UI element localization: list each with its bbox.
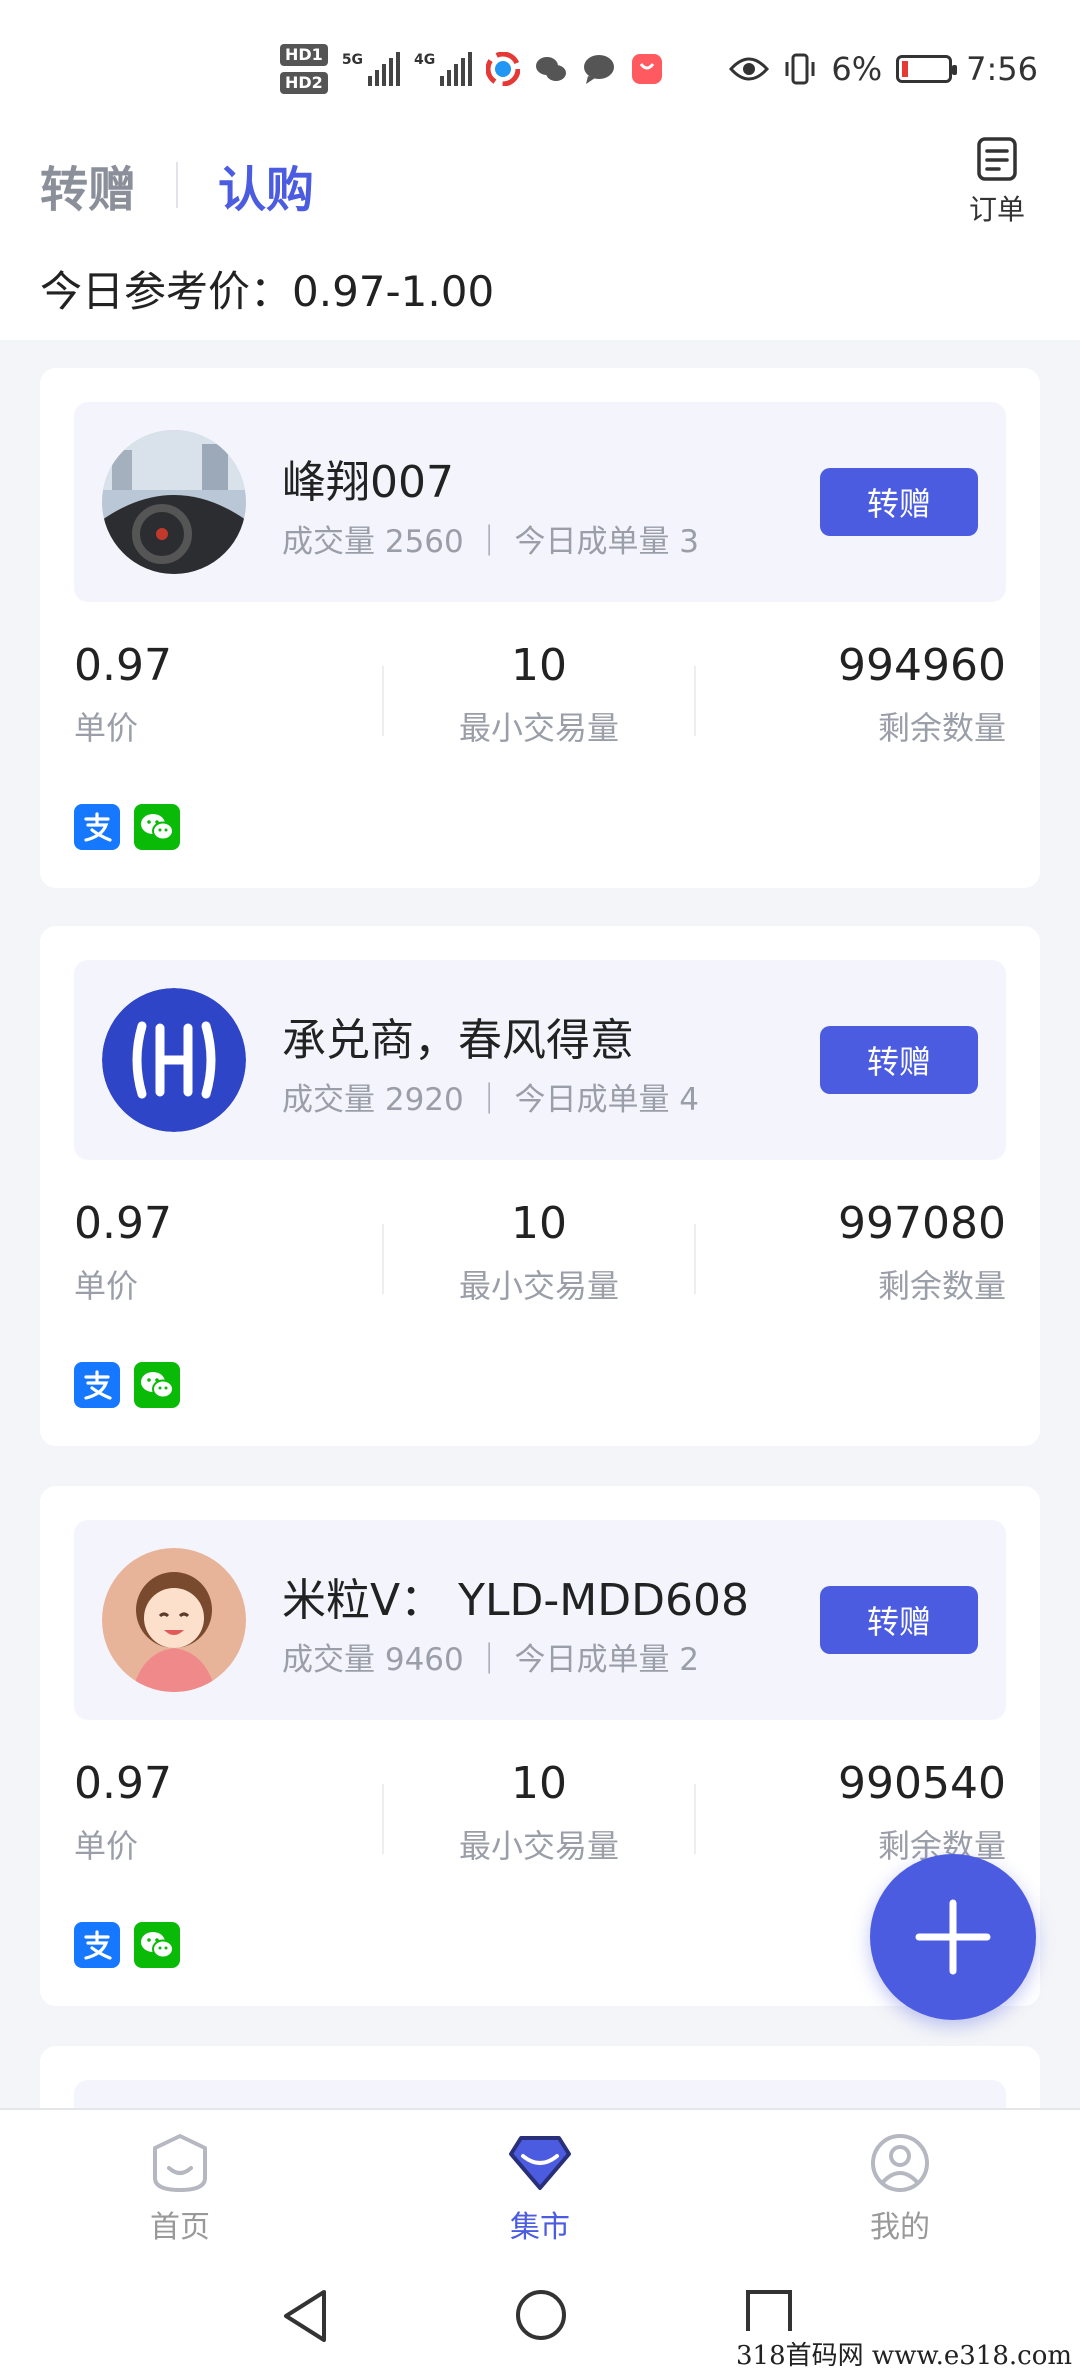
market-gem-icon: [509, 2136, 571, 2190]
avatar[interactable]: [102, 1548, 246, 1692]
seller-name: 承兑商，春风得意: [282, 1015, 634, 1066]
shopping-notification-icon: [632, 54, 663, 84]
min-quantity-label: 最小交易量: [458, 1827, 619, 1865]
tab-divider: [176, 162, 179, 208]
seller-panel: 米粒V： YLD-MDD608 成交量 9460 ｜ 今日成单量 2 转赠: [74, 1520, 1006, 1720]
remaining-label: 剩余数量: [877, 709, 1006, 747]
seller-stats: 成交量 2920 ｜ 今日成单量 4: [282, 1082, 700, 1118]
offer-metrics: 0.97 单价 10 最小交易量 990540 剩余数量: [74, 1758, 1006, 1878]
bottom-nav: 首页 集市 我的: [0, 2108, 1080, 2260]
tab-subscribe[interactable]: 认购: [218, 150, 314, 220]
signal-4g-icon: 4G: [414, 52, 473, 86]
back-icon[interactable]: [280, 2288, 330, 2344]
nav-market-label: 集市: [510, 2210, 570, 2245]
offer-metrics: 0.97 单价 10 最小交易量 997080 剩余数量: [74, 1198, 1006, 1318]
wechat-pay-icon: [134, 804, 180, 850]
payment-methods: [74, 1922, 180, 1968]
seller-panel: 峰翔007 成交量 2560 ｜ 今日成单量 3 转赠: [74, 402, 1006, 602]
metric-divider: [694, 666, 696, 736]
seller-name: 峰翔007: [282, 457, 454, 508]
message-notification-icon: [584, 55, 615, 84]
avatar[interactable]: [102, 988, 246, 1132]
alipay-icon: [74, 1362, 120, 1408]
metric-divider: [694, 1784, 696, 1854]
reference-price: 今日参考价：0.97-1.00: [40, 267, 495, 316]
min-quantity-label: 最小交易量: [458, 1267, 619, 1305]
nav-home[interactable]: 首页: [100, 2132, 260, 2246]
orders-icon: [977, 137, 1017, 181]
hd2-badge: HD2: [280, 72, 328, 94]
payment-methods: [74, 804, 180, 850]
wechat-pay-icon: [134, 1362, 180, 1408]
min-quantity: 10 最小交易量: [384, 1758, 694, 1867]
seller-stats: 成交量 9460 ｜ 今日成单量 2: [282, 1642, 700, 1678]
seller-panel: 承兑商，春风得意 成交量 2920 ｜ 今日成单量 4 转赠: [74, 960, 1006, 1160]
transfer-button[interactable]: 转赠: [820, 1586, 978, 1654]
add-button[interactable]: [870, 1854, 1036, 2020]
wechat-pay-icon: [134, 1922, 180, 1968]
min-quantity: 10 最小交易量: [384, 1198, 694, 1307]
nav-market[interactable]: 集市: [460, 2132, 620, 2246]
orders-label: 订单: [968, 193, 1025, 226]
unit-price-value: 0.97: [74, 1758, 172, 1809]
status-bar: HD1 HD2 5G 4G 6% 7:56: [0, 0, 1080, 140]
offer-card: 承兑商，春风得意 成交量 2920 ｜ 今日成单量 4 转赠 0.97 单价 1…: [40, 926, 1040, 1446]
tab-transfer[interactable]: 转赠: [40, 150, 136, 220]
alipay-icon: [74, 804, 120, 850]
app-notification-icon: [486, 52, 521, 86]
min-quantity: 10 最小交易量: [384, 640, 694, 749]
watermark: 318首码网 www.e318.com: [728, 2331, 1080, 2376]
unit-price-label: 单价: [74, 709, 139, 747]
transfer-button[interactable]: 转赠: [820, 468, 978, 536]
nav-profile-label: 我的: [870, 2210, 930, 2245]
home-circle-icon[interactable]: [514, 2288, 568, 2342]
nav-home-label: 首页: [150, 2210, 210, 2245]
wechat-notification-icon: [536, 57, 567, 81]
battery-percent: 6%: [831, 50, 883, 88]
min-quantity-value: 10: [511, 1758, 567, 1809]
transfer-button[interactable]: 转赠: [820, 1026, 978, 1094]
status-right: 6% 7:56: [729, 50, 1038, 88]
min-quantity-value: 10: [511, 640, 567, 691]
metric-divider: [694, 1224, 696, 1294]
nav-profile[interactable]: 我的: [820, 2132, 980, 2246]
profile-icon: [871, 2134, 929, 2192]
remaining-label: 剩余数量: [877, 1267, 1006, 1305]
unit-price-value: 0.97: [74, 1198, 172, 1249]
status-left: HD1 HD2 5G 4G: [280, 44, 664, 94]
hd-indicators: HD1 HD2: [280, 44, 328, 94]
remaining-value: 990540: [838, 1758, 1006, 1809]
seller-name: 米粒V： YLD-MDD608: [282, 1575, 749, 1626]
min-quantity-label: 最小交易量: [458, 709, 619, 747]
seller-stats: 成交量 2560 ｜ 今日成单量 3: [282, 524, 700, 560]
payment-methods: [74, 1362, 180, 1408]
alipay-icon: [74, 1922, 120, 1968]
remaining-value: 994960: [838, 640, 1006, 691]
remaining-quantity: 994960 剩余数量: [838, 640, 1006, 749]
home-face-icon: [153, 2134, 207, 2192]
battery-icon: [896, 55, 958, 83]
vibrate-icon: [785, 53, 815, 85]
system-nav-bar: 318首码网 www.e318.com: [0, 2260, 1080, 2376]
plus-icon: [915, 1899, 991, 1975]
unit-price-value: 0.97: [74, 640, 172, 691]
remaining-quantity: 990540 剩余数量: [838, 1758, 1006, 1867]
unit-price-label: 单价: [74, 1827, 139, 1865]
min-quantity-value: 10: [511, 1198, 567, 1249]
top-tabs: 转赠 认购: [40, 150, 314, 220]
clock: 7:56: [966, 50, 1038, 88]
hd1-badge: HD1: [280, 44, 328, 66]
avatar[interactable]: [102, 430, 246, 574]
offer-metrics: 0.97 单价 10 最小交易量 994960 剩余数量: [74, 640, 1006, 760]
unit-price-label: 单价: [74, 1267, 139, 1305]
unit-price: 0.97 单价: [74, 1198, 172, 1307]
orders-button[interactable]: 订单: [954, 136, 1040, 228]
unit-price: 0.97 单价: [74, 1758, 172, 1867]
offer-card: 峰翔007 成交量 2560 ｜ 今日成单量 3 转赠 0.97 单价 10 最…: [40, 368, 1040, 888]
remaining-value: 997080: [838, 1198, 1006, 1249]
unit-price: 0.97 单价: [74, 640, 172, 749]
signal-5g-icon: 5G: [342, 52, 401, 86]
eye-icon: [729, 57, 770, 81]
remaining-quantity: 997080 剩余数量: [838, 1198, 1006, 1307]
